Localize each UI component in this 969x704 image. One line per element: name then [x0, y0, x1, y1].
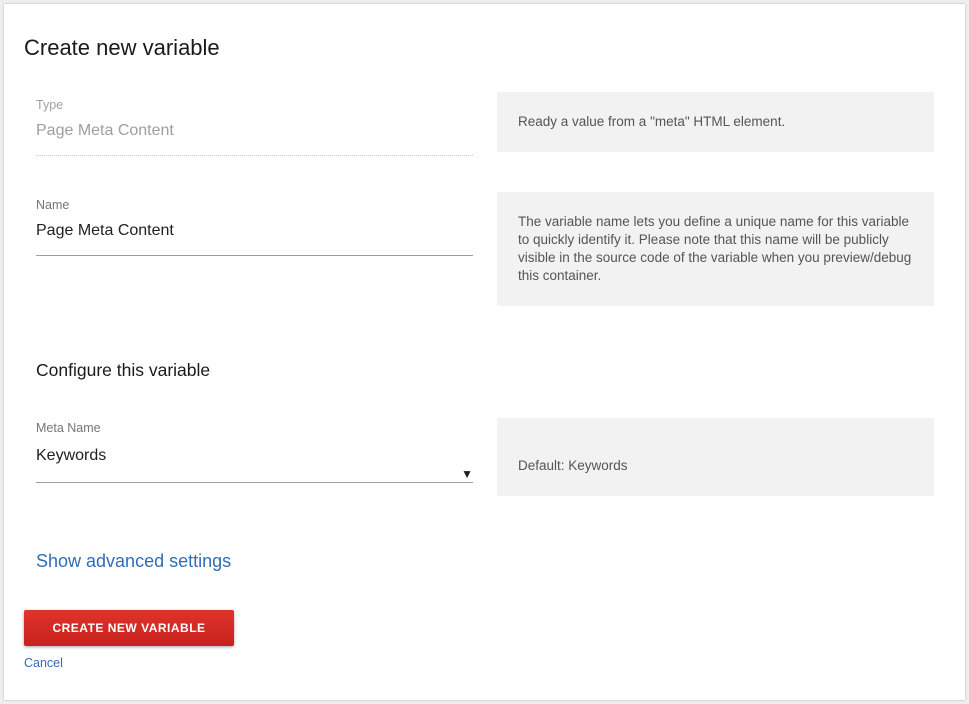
- meta-name-field[interactable]: Meta Name Keywords ▼: [36, 421, 473, 485]
- meta-name-label: Meta Name: [36, 421, 101, 435]
- meta-name-select[interactable]: Keywords: [36, 447, 473, 467]
- meta-name-help-box: Default: Keywords: [497, 418, 934, 496]
- name-help-text: The variable name lets you define a uniq…: [518, 214, 912, 283]
- type-label: Type: [36, 98, 64, 112]
- show-advanced-settings-link[interactable]: Show advanced settings: [36, 551, 231, 572]
- name-help-box: The variable name lets you define a uniq…: [497, 192, 934, 306]
- name-underline: [36, 255, 473, 256]
- create-new-variable-button[interactable]: CREATE NEW VARIABLE: [24, 610, 234, 646]
- type-help-box: Ready a value from a "meta" HTML element…: [497, 92, 934, 152]
- cancel-link[interactable]: Cancel: [24, 656, 63, 670]
- name-field[interactable]: Name Page Meta Content: [36, 198, 473, 258]
- type-underline: [36, 155, 473, 156]
- create-variable-dialog: Create new variable Type Page Meta Conte…: [4, 4, 965, 700]
- type-value: Page Meta Content: [36, 122, 174, 139]
- type-field: Type Page Meta Content: [36, 98, 473, 158]
- dropdown-arrow-icon[interactable]: ▼: [461, 467, 473, 481]
- meta-name-underline: [36, 482, 473, 483]
- meta-name-help-text: Default: Keywords: [518, 458, 628, 473]
- name-label: Name: [36, 198, 70, 212]
- configure-section-title: Configure this variable: [36, 360, 211, 380]
- type-help-text: Ready a value from a "meta" HTML element…: [518, 114, 786, 129]
- page-title: Create new variable: [24, 35, 220, 60]
- name-input[interactable]: Page Meta Content: [36, 222, 473, 242]
